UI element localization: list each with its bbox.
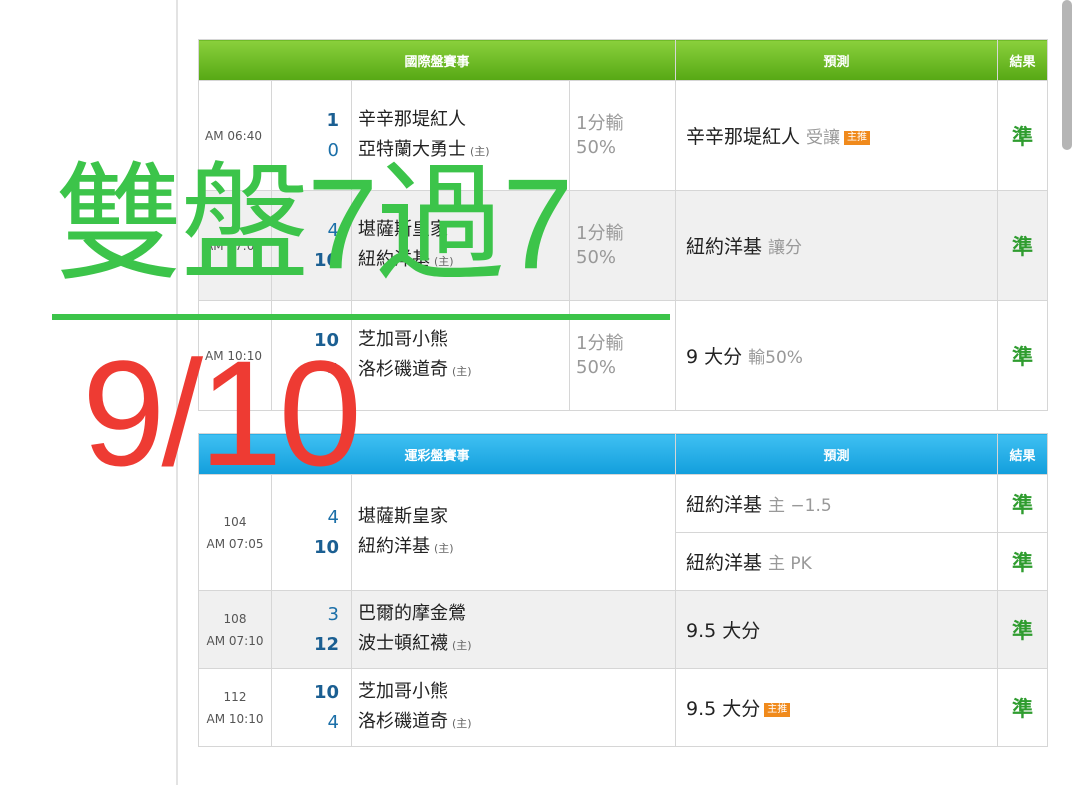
prediction: 紐約洋基 讓分 <box>675 190 999 301</box>
prediction: 紐約洋基主 −1.5 <box>675 474 999 533</box>
international-prediction-header: 預測 <box>675 39 999 81</box>
prediction-pick: 紐約洋基 <box>686 552 763 574</box>
prediction-pick: 9.5 大分 <box>686 620 761 642</box>
team-away: 芝加哥小熊 <box>358 328 448 350</box>
team-away: 辛辛那堤紅人 <box>358 108 466 130</box>
lottery-result-header: 結果 <box>997 433 1049 475</box>
prediction: 9 大分 輸50% <box>675 300 999 411</box>
table-row: 112 AM 10:10 10 4 芝加哥小熊 洛杉磯道奇 (主) 9.5 大分主… <box>198 668 1049 747</box>
match-number-time: 108 AM 07:10 <box>198 590 272 669</box>
prediction-note: 讓分 <box>768 238 803 258</box>
team-away: 巴爾的摩金鶯 <box>358 602 466 624</box>
recommend-badge: 主推 <box>764 702 791 717</box>
team-home: 紐約洋基 <box>358 535 430 557</box>
overlay-headline: 雙盤7過7 <box>55 153 573 296</box>
lottery-prediction-header: 預測 <box>675 433 999 475</box>
result: 準 <box>997 474 1049 533</box>
result: 準 <box>997 80 1049 191</box>
result: 準 <box>997 300 1049 411</box>
score-away: 10 <box>313 681 339 703</box>
match-time: AM 10:10 <box>206 711 264 726</box>
prediction-pick: 辛辛那堤紅人 <box>686 126 801 148</box>
prediction: 9.5 大分 <box>675 590 999 669</box>
score-away: 4 <box>327 506 339 528</box>
overlay-date: 9/10 <box>82 329 362 497</box>
host-mark: (主) <box>434 541 454 555</box>
prediction: 9.5 大分 主推 <box>675 668 999 747</box>
teams: 芝加哥小熊 洛杉磯道奇 (主) <box>350 668 677 747</box>
teams: 巴爾的摩金鶯 波士頓紅襪 (主) <box>350 590 677 669</box>
prediction-note: 主 −1.5 <box>768 496 832 516</box>
match-number: 112 <box>223 689 247 704</box>
overlay-underline <box>52 314 670 320</box>
score-home: 4 <box>327 711 339 733</box>
result: 準 <box>997 532 1049 591</box>
prediction-pick: 9.5 大分 <box>686 698 761 720</box>
international-header-row: 國際盤賽事 預測 結果 <box>197 39 1049 81</box>
prediction-pick: 紐約洋基 <box>686 494 763 516</box>
prediction-note: 輸50% <box>748 348 803 368</box>
match-number: 104 <box>223 514 247 529</box>
host-mark: (主) <box>452 716 472 730</box>
prediction-note: 受讓 <box>806 128 841 148</box>
result: 準 <box>997 190 1049 301</box>
prediction-pick: 9 大分 <box>686 346 743 368</box>
odds-line: 1分輸 <box>576 332 624 354</box>
international-result-header: 結果 <box>997 39 1049 81</box>
odds-percent: 50% <box>576 356 617 378</box>
prediction-pick: 紐約洋基 <box>686 236 763 258</box>
score-home: 12 <box>313 633 339 655</box>
recommend-badge: 主推 <box>844 130 871 145</box>
match-number: 108 <box>223 611 247 626</box>
match-time: AM 07:05 <box>206 536 264 551</box>
scores: 3 12 <box>271 590 352 669</box>
match-number-time: 112 AM 10:10 <box>198 668 272 747</box>
odds-line: 1分輸 <box>576 112 624 134</box>
teams: 堪薩斯皇家 紐約洋基 (主) <box>350 474 677 591</box>
prediction: 辛辛那堤紅人 受讓 主推 <box>675 80 999 191</box>
team-away: 芝加哥小熊 <box>358 680 448 702</box>
table-row: 108 AM 07:10 3 12 巴爾的摩金鶯 波士頓紅襪 (主) 9.5 大分… <box>198 590 1049 669</box>
match-time: AM 07:10 <box>206 633 264 648</box>
team-home: 洛杉磯道奇 <box>358 710 448 732</box>
scrollbar[interactable] <box>1062 0 1072 150</box>
score-away: 3 <box>327 603 339 625</box>
prediction-note: 主 PK <box>768 554 812 574</box>
team-away: 堪薩斯皇家 <box>358 505 448 527</box>
prediction: 紐約洋基主 PK <box>675 532 999 591</box>
score-home: 10 <box>313 536 339 558</box>
international-match-header: 國際盤賽事 <box>197 39 677 81</box>
team-home: 波士頓紅襪 <box>358 632 448 654</box>
team-home: 洛杉磯道奇 <box>358 358 448 380</box>
scores: 10 4 <box>271 668 352 747</box>
score-away: 1 <box>326 109 339 131</box>
result: 準 <box>997 590 1049 669</box>
host-mark: (主) <box>452 638 472 652</box>
result: 準 <box>997 668 1049 747</box>
host-mark: (主) <box>452 364 472 378</box>
